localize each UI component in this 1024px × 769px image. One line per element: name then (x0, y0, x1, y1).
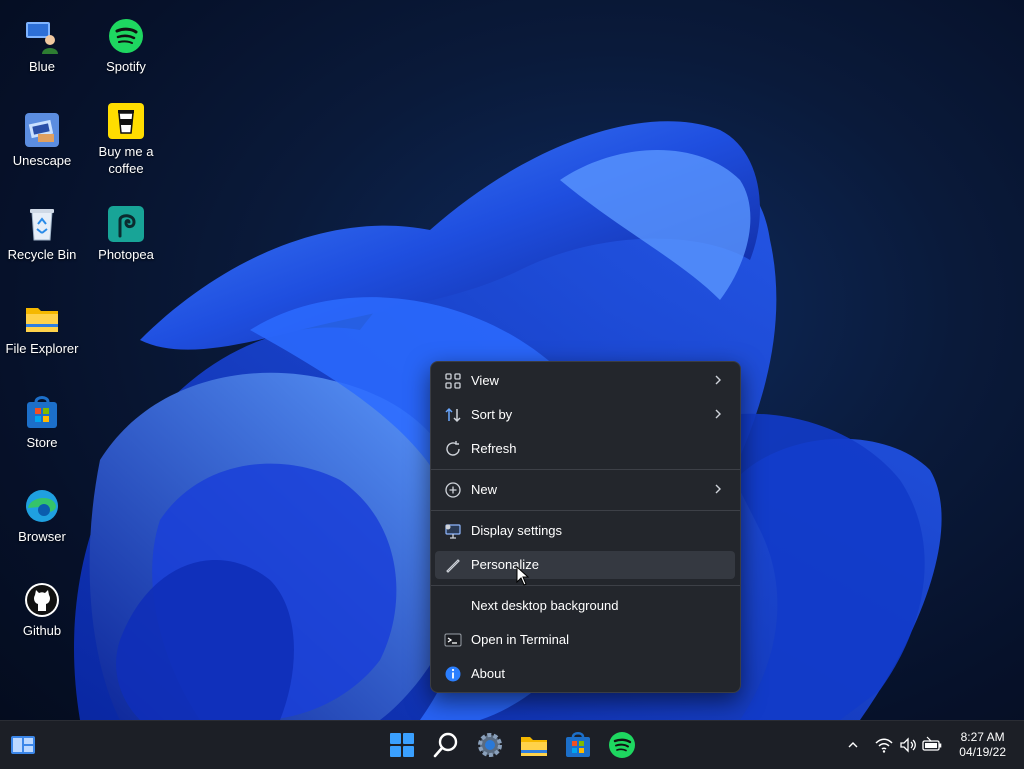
spotify-icon (109, 19, 143, 53)
sort-icon (445, 407, 461, 423)
store-icon (27, 396, 57, 428)
desktop-icon-label: Github (22, 623, 62, 638)
refresh-icon (446, 441, 460, 456)
chevron-right-icon (715, 409, 721, 419)
clock-date: 04/19/22 (959, 745, 1006, 759)
spotify-icon[interactable] (606, 729, 638, 761)
coffee-icon (108, 103, 144, 139)
github-icon (25, 583, 59, 617)
plus-circle-icon (445, 482, 461, 498)
menu-item-new[interactable]: New (435, 476, 735, 504)
store-icon[interactable] (562, 729, 594, 761)
desktop-icon-buy-me-a-coffee[interactable]: Buy me a coffee (84, 103, 168, 177)
desktop-icon-label: Photopea (98, 247, 154, 262)
desktop-icon-label: Browser (18, 529, 66, 544)
desktop-icon-store[interactable]: Store (0, 394, 84, 451)
photopea-icon (108, 206, 144, 242)
wifi-icon[interactable] (874, 735, 894, 755)
desktop-icon-label: Spotify (106, 59, 146, 74)
menu-item-label: New (471, 482, 498, 497)
menu-item-about[interactable]: About (435, 660, 735, 688)
volume-icon[interactable] (898, 735, 918, 755)
settings-icon[interactable] (474, 729, 506, 761)
taskbar: 8:27 AM 04/19/22 (0, 720, 1024, 769)
menu-item-label: Refresh (471, 441, 517, 456)
unescape-icon (25, 113, 59, 147)
menu-item-label: Open in Terminal (471, 632, 570, 647)
terminal-icon (444, 633, 462, 647)
grid-icon (445, 373, 461, 389)
menu-item-label: Next desktop background (471, 598, 619, 613)
pen-icon (446, 559, 460, 573)
desktop-icon-github[interactable]: Github (0, 582, 84, 639)
menu-item-label: About (471, 666, 505, 681)
folder-icon (26, 308, 58, 332)
menu-item-display-settings[interactable]: Display settings (435, 517, 735, 545)
menu-item-next-desktop-background[interactable]: Next desktop background (435, 592, 735, 620)
desktop-icon-unescape[interactable]: Unescape (0, 112, 84, 169)
desktop-icon-blue[interactable]: Blue (0, 18, 84, 75)
chevron-up-icon[interactable] (845, 737, 861, 753)
menu-item-label: Display settings (471, 523, 563, 538)
menu-item-label: View (471, 373, 499, 388)
desktop-icon-spotify[interactable]: Spotify (84, 18, 168, 75)
desktop-icon-recycle-bin[interactable]: Recycle Bin (0, 206, 84, 263)
menu-item-personalize[interactable]: Personalize (435, 551, 735, 579)
desktop-icon-label: Buy me a coffee (98, 144, 154, 176)
desktop-icon-label: Blue (28, 59, 56, 74)
chevron-right-icon (715, 484, 721, 494)
desktop-icon-photopea[interactable]: Photopea (84, 206, 168, 263)
menu-separator (431, 510, 740, 511)
desktop-icon-label: Recycle Bin (7, 247, 77, 262)
recycle-bin-icon (30, 209, 54, 241)
edge-icon (26, 490, 58, 522)
blue-user-icon (26, 22, 58, 54)
info-icon (445, 666, 461, 682)
battery-icon[interactable] (922, 735, 942, 755)
menu-item-open-in-terminal[interactable]: Open in Terminal (435, 626, 735, 654)
mouse-cursor-icon (516, 566, 530, 586)
desktop-icon-browser[interactable]: Browser (0, 488, 84, 545)
display-icon (445, 524, 461, 539)
file-explorer-icon[interactable] (518, 729, 550, 761)
desktop-icon-file-explorer[interactable]: File Explorer (0, 300, 84, 357)
desktop-icon-label: Unescape (12, 153, 72, 168)
clock-time: 8:27 AM (960, 730, 1005, 744)
widgets-icon[interactable] (7, 729, 39, 761)
taskbar-clock[interactable]: 8:27 AM 04/19/22 (959, 730, 1006, 760)
desktop-icon-label: Store (26, 435, 58, 450)
menu-item-view[interactable]: View (435, 367, 735, 395)
menu-item-label: Sort by (471, 407, 513, 422)
desktop-icon-label: File Explorer (5, 341, 79, 356)
menu-separator (431, 585, 740, 586)
chevron-right-icon (715, 375, 721, 385)
menu-item-refresh[interactable]: Refresh (435, 435, 735, 463)
desktop-context-menu: View Sort by Refresh New Display setting… (430, 361, 741, 693)
search-icon[interactable] (430, 729, 462, 761)
menu-item-sort-by[interactable]: Sort by (435, 401, 735, 429)
start-icon[interactable] (386, 729, 418, 761)
menu-separator (431, 469, 740, 470)
